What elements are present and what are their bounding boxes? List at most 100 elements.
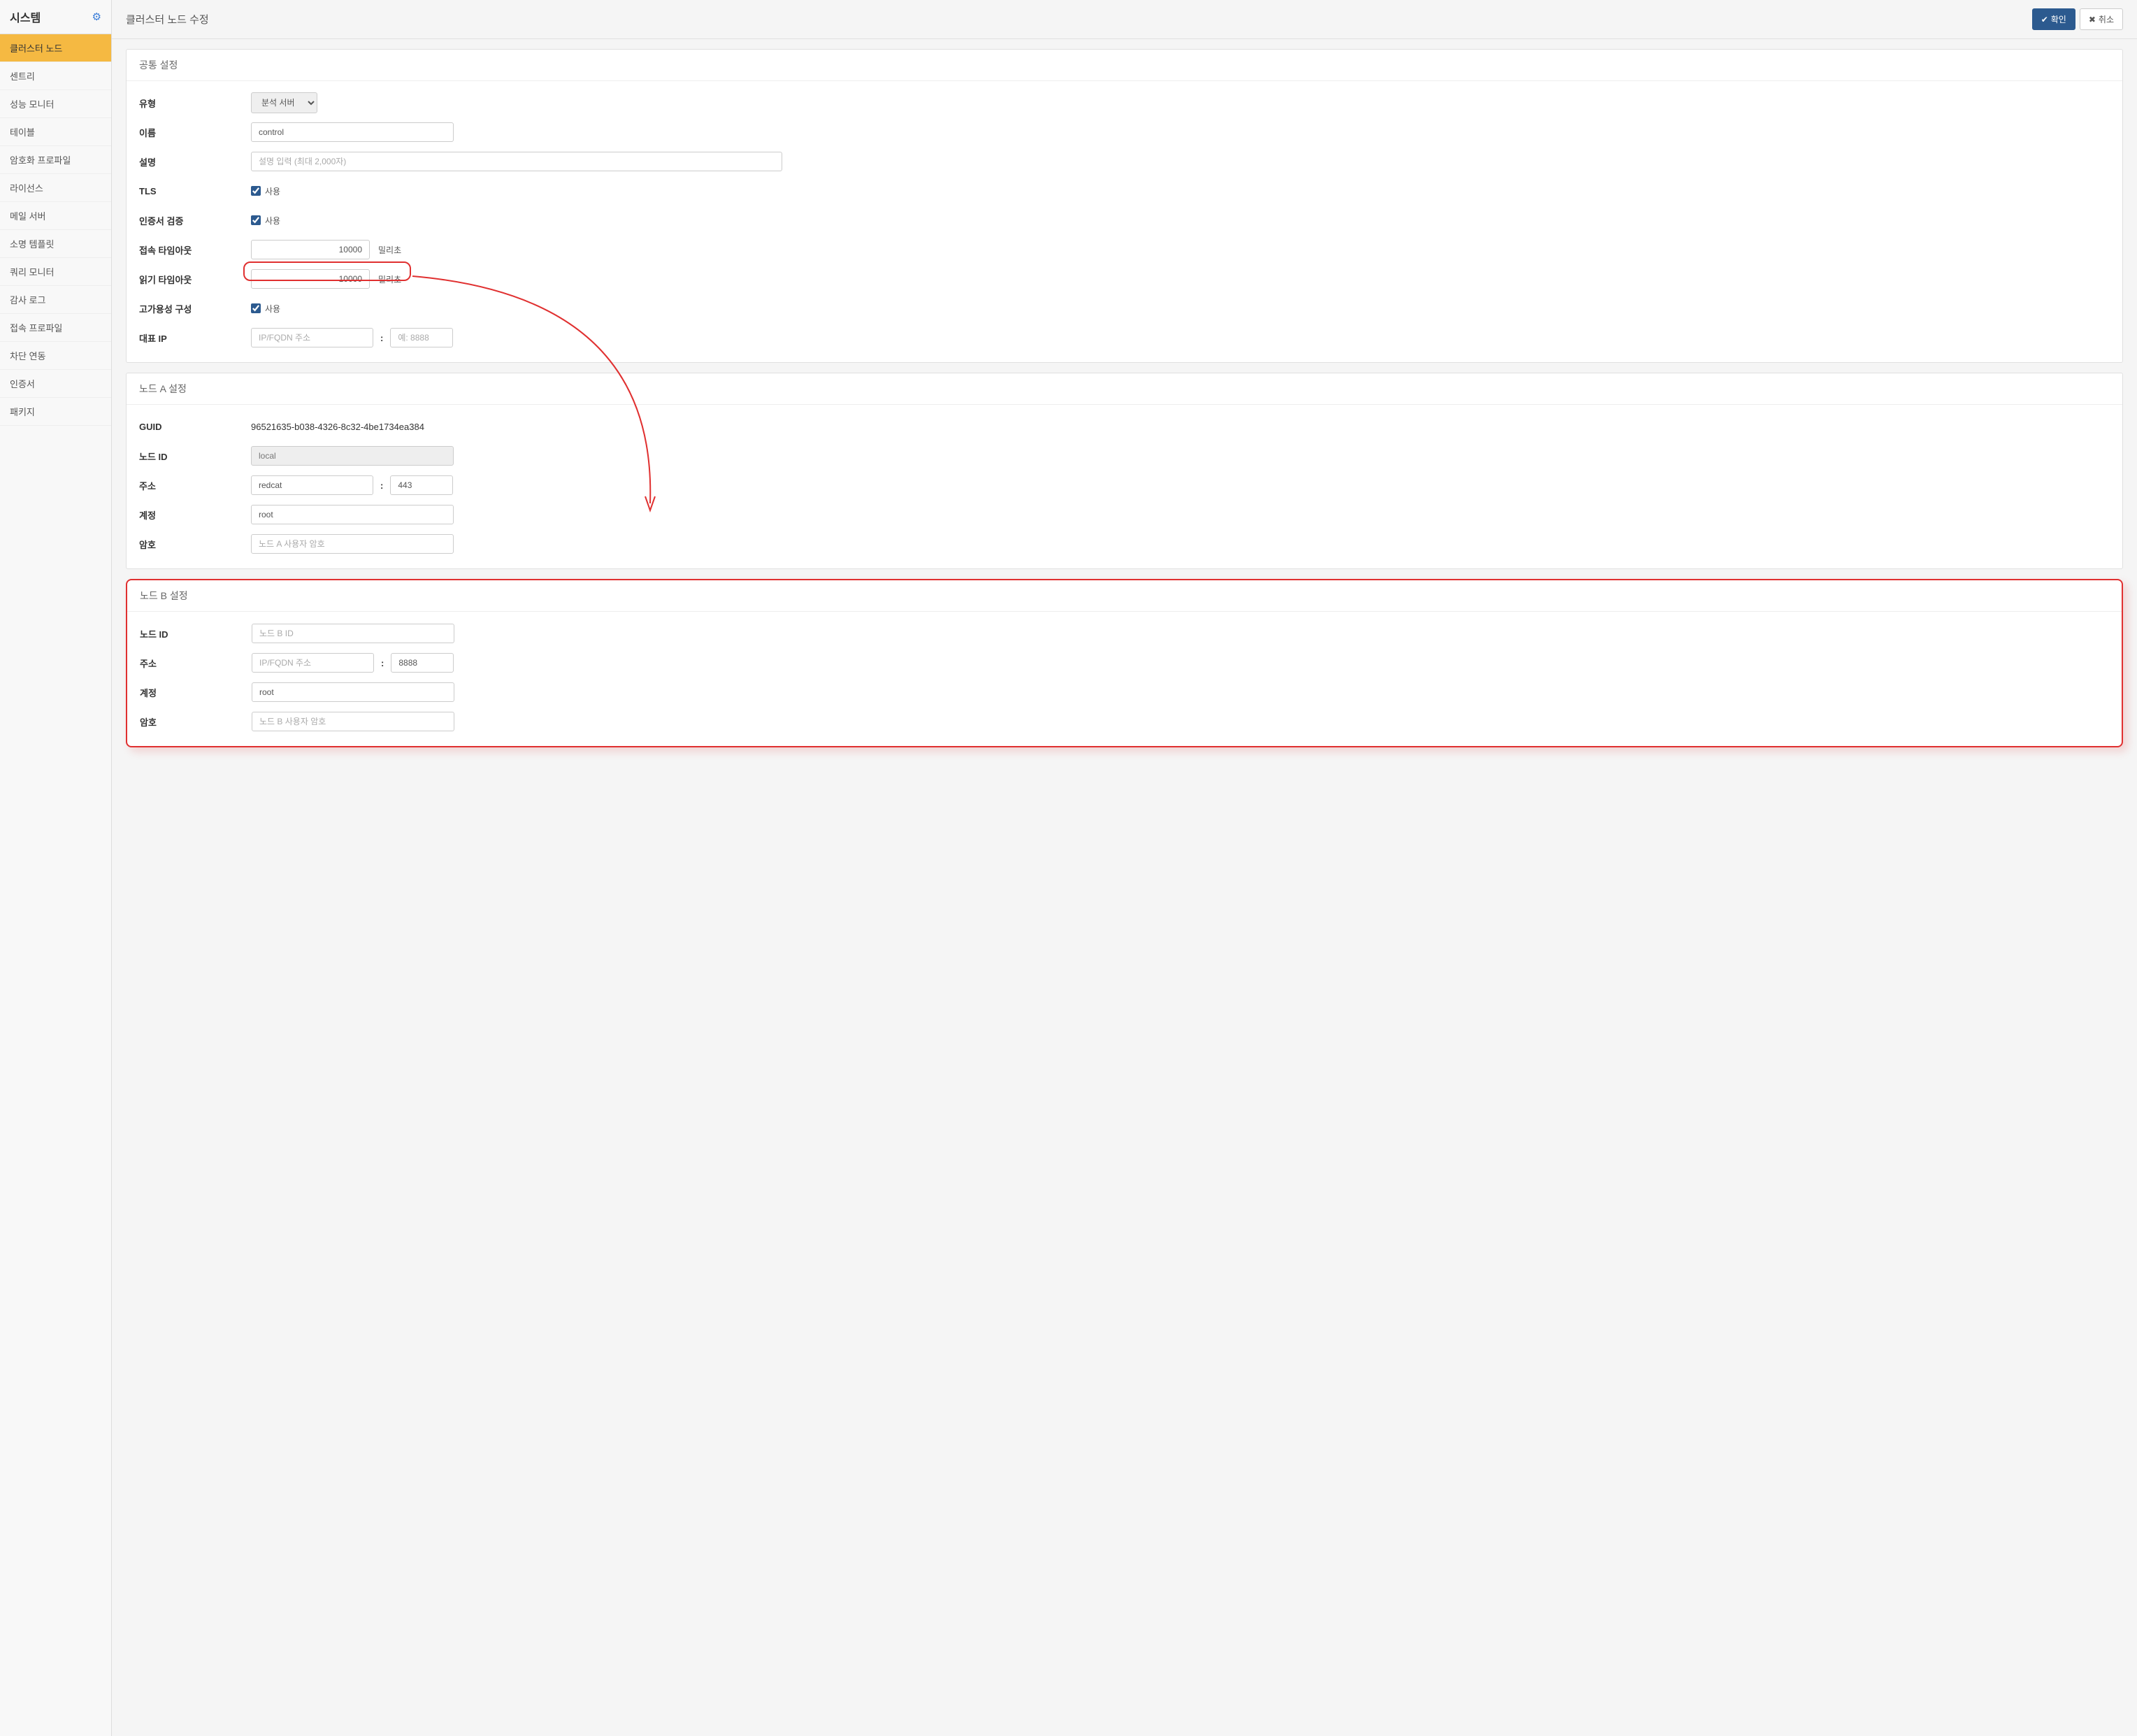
colon-icon: : bbox=[381, 658, 384, 668]
confirm-button[interactable]: ✔ 확인 bbox=[2032, 8, 2075, 30]
label-a-password: 암호 bbox=[139, 538, 251, 551]
a-account-input[interactable] bbox=[251, 505, 454, 524]
vip-input[interactable] bbox=[251, 328, 373, 347]
a-nodeid-input bbox=[251, 446, 454, 466]
b-port-input[interactable] bbox=[391, 653, 454, 673]
label-a-guid: GUID bbox=[139, 422, 251, 432]
sidebar-item-13[interactable]: 패키지 bbox=[0, 398, 111, 426]
page-header: 클러스터 노드 수정 ✔ 확인 ✖ 취소 bbox=[112, 0, 2137, 39]
panel-node-a: 노드 A 설정 GUID 96521635-b038-4326-8c32-4be… bbox=[126, 373, 2123, 569]
desc-input[interactable] bbox=[251, 152, 782, 171]
label-a-account: 계정 bbox=[139, 508, 251, 522]
a-addr-input[interactable] bbox=[251, 475, 373, 495]
label-read-timeout: 읽기 타임아웃 bbox=[139, 273, 251, 286]
label-a-nodeid: 노드 ID bbox=[139, 450, 251, 463]
b-nodeid-input[interactable] bbox=[252, 624, 454, 643]
panel-node-a-body: GUID 96521635-b038-4326-8c32-4be1734ea38… bbox=[127, 405, 2122, 568]
row-name: 이름 bbox=[139, 122, 2110, 143]
tls-checkbox[interactable] bbox=[251, 186, 261, 196]
row-read-timeout: 읽기 타임아웃 밀리초 bbox=[139, 268, 2110, 289]
type-select[interactable]: 분석 서버 bbox=[251, 92, 317, 113]
page-title: 클러스터 노드 수정 bbox=[126, 12, 209, 27]
row-desc: 설명 bbox=[139, 151, 2110, 172]
label-ha: 고가용성 구성 bbox=[139, 302, 251, 315]
sidebar-item-9[interactable]: 감사 로그 bbox=[0, 286, 111, 314]
label-conn-timeout: 접속 타임아웃 bbox=[139, 243, 251, 257]
row-a-guid: GUID 96521635-b038-4326-8c32-4be1734ea38… bbox=[139, 416, 2110, 437]
ha-checkbox[interactable] bbox=[251, 303, 261, 313]
sidebar-item-8[interactable]: 쿼리 모니터 bbox=[0, 258, 111, 286]
row-b-password: 암호 bbox=[140, 711, 2109, 732]
row-a-account: 계정 bbox=[139, 504, 2110, 525]
b-addr-input[interactable] bbox=[252, 653, 374, 673]
row-a-password: 암호 bbox=[139, 533, 2110, 554]
sidebar-header: 시스템 ⚙ bbox=[0, 0, 111, 34]
a-password-input[interactable] bbox=[251, 534, 454, 554]
sidebar-item-10[interactable]: 접속 프로파일 bbox=[0, 314, 111, 342]
cert-use-label: 사용 bbox=[265, 215, 280, 227]
b-account-input[interactable] bbox=[252, 682, 454, 702]
colon-icon: : bbox=[380, 333, 383, 343]
conn-timeout-unit: 밀리초 bbox=[378, 244, 401, 256]
label-type: 유형 bbox=[139, 96, 251, 110]
sidebar-item-11[interactable]: 차단 연동 bbox=[0, 342, 111, 370]
panel-common: 공통 설정 유형 분석 서버 이름 bbox=[126, 49, 2123, 363]
confirm-label: 확인 bbox=[2051, 13, 2066, 25]
a-guid-value: 96521635-b038-4326-8c32-4be1734ea384 bbox=[251, 422, 424, 432]
row-ha: 고가용성 구성 사용 bbox=[139, 298, 2110, 319]
sidebar-item-1[interactable]: 센트리 bbox=[0, 62, 111, 90]
sidebar-item-7[interactable]: 소명 템플릿 bbox=[0, 230, 111, 258]
panel-node-b-body: 노드 ID 주소 : 계정 bbox=[127, 612, 2122, 746]
ha-use-label: 사용 bbox=[265, 303, 280, 315]
sidebar-item-12[interactable]: 인증서 bbox=[0, 370, 111, 398]
label-cert: 인증서 검증 bbox=[139, 214, 251, 227]
sidebar-item-4[interactable]: 암호화 프로파일 bbox=[0, 146, 111, 174]
row-cert: 인증서 검증 사용 bbox=[139, 210, 2110, 231]
label-b-nodeid: 노드 ID bbox=[140, 627, 252, 640]
label-b-account: 계정 bbox=[140, 686, 252, 699]
content: 공통 설정 유형 분석 서버 이름 bbox=[112, 39, 2137, 757]
read-timeout-unit: 밀리초 bbox=[378, 273, 401, 285]
row-vip: 대표 IP : bbox=[139, 327, 2110, 348]
name-input[interactable] bbox=[251, 122, 454, 142]
sidebar-item-6[interactable]: 메일 서버 bbox=[0, 202, 111, 230]
row-tls: TLS 사용 bbox=[139, 180, 2110, 201]
panel-common-title: 공통 설정 bbox=[127, 50, 2122, 81]
row-a-addr: 주소 : bbox=[139, 475, 2110, 496]
row-a-nodeid: 노드 ID bbox=[139, 445, 2110, 466]
row-b-nodeid: 노드 ID bbox=[140, 623, 2109, 644]
label-tls: TLS bbox=[139, 186, 251, 196]
sidebar-menu: 클러스터 노드센트리성능 모니터테이블암호화 프로파일라이선스메일 서버소명 템… bbox=[0, 34, 111, 426]
row-b-addr: 주소 : bbox=[140, 652, 2109, 673]
conn-timeout-input[interactable] bbox=[251, 240, 370, 259]
sidebar-item-2[interactable]: 성능 모니터 bbox=[0, 90, 111, 118]
panel-node-b-title: 노드 B 설정 bbox=[127, 580, 2122, 612]
panel-node-a-title: 노드 A 설정 bbox=[127, 373, 2122, 405]
sidebar: 시스템 ⚙ 클러스터 노드센트리성능 모니터테이블암호화 프로파일라이선스메일 … bbox=[0, 0, 112, 1736]
cert-checkbox[interactable] bbox=[251, 215, 261, 225]
vip-port-input[interactable] bbox=[390, 328, 453, 347]
row-b-account: 계정 bbox=[140, 682, 2109, 703]
check-icon: ✔ bbox=[2041, 15, 2048, 24]
sidebar-item-5[interactable]: 라이선스 bbox=[0, 174, 111, 202]
sidebar-item-3[interactable]: 테이블 bbox=[0, 118, 111, 146]
label-b-password: 암호 bbox=[140, 715, 252, 729]
read-timeout-input[interactable] bbox=[251, 269, 370, 289]
row-type: 유형 분석 서버 bbox=[139, 92, 2110, 113]
close-icon: ✖ bbox=[2089, 15, 2096, 24]
label-vip: 대표 IP bbox=[139, 331, 251, 345]
panel-node-b: 노드 B 설정 노드 ID 주소 : 계 bbox=[126, 579, 2123, 747]
sidebar-item-0[interactable]: 클러스터 노드 bbox=[0, 34, 111, 62]
a-port-input[interactable] bbox=[390, 475, 453, 495]
sidebar-title: 시스템 bbox=[10, 8, 41, 25]
header-actions: ✔ 확인 ✖ 취소 bbox=[2032, 8, 2123, 30]
panel-common-body: 유형 분석 서버 이름 설명 bbox=[127, 81, 2122, 362]
cancel-label: 취소 bbox=[2099, 13, 2114, 25]
main-content: 클러스터 노드 수정 ✔ 확인 ✖ 취소 공통 설정 유형 분석 서버 bbox=[112, 0, 2137, 1736]
cancel-button[interactable]: ✖ 취소 bbox=[2080, 8, 2123, 30]
label-b-addr: 주소 bbox=[140, 657, 252, 670]
tls-use-label: 사용 bbox=[265, 185, 280, 197]
b-password-input[interactable] bbox=[252, 712, 454, 731]
gear-icon[interactable]: ⚙ bbox=[92, 10, 101, 23]
label-a-addr: 주소 bbox=[139, 479, 251, 492]
